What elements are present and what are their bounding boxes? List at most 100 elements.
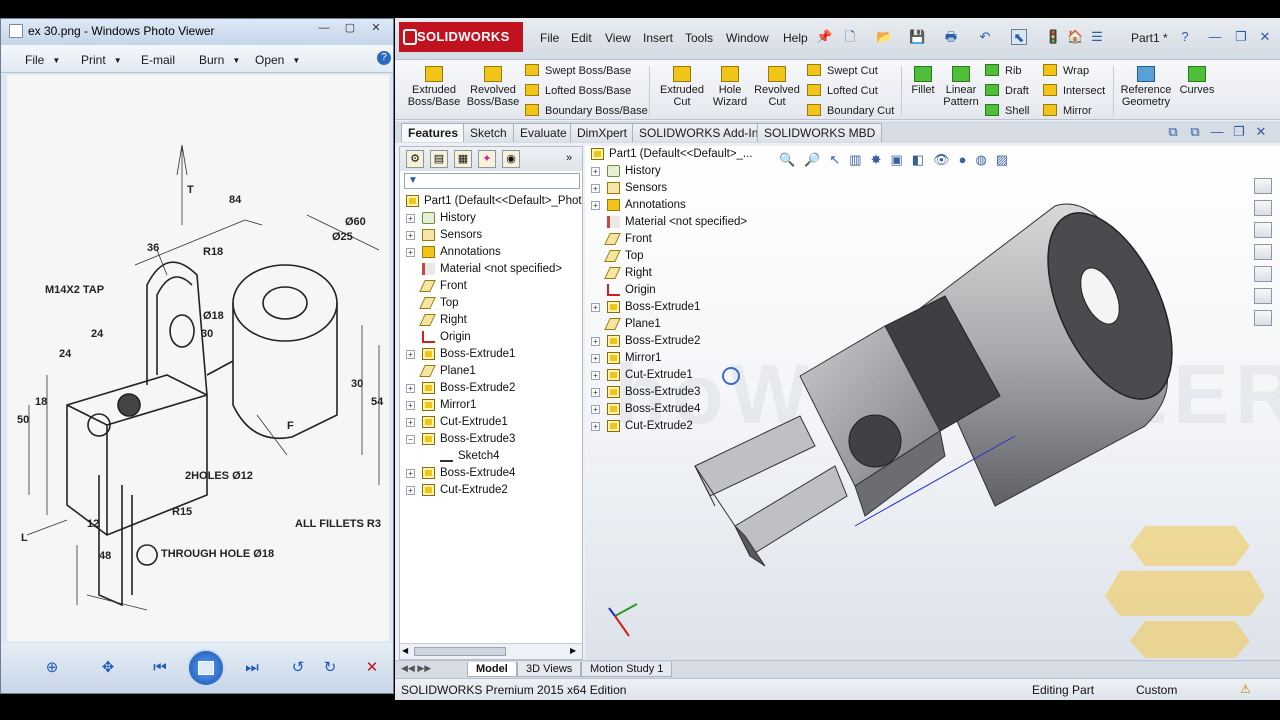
mirror-button[interactable]: Mirror xyxy=(1043,104,1092,117)
next-icon[interactable]: ⏭ xyxy=(241,657,263,679)
linear-pattern-button[interactable]: Linear Pattern xyxy=(941,66,981,108)
custom-properties-icon[interactable] xyxy=(1254,288,1272,304)
tree-item[interactable]: − Boss-Extrude3 xyxy=(400,431,582,448)
tree-item[interactable]: Top xyxy=(400,295,582,312)
tree-item[interactable]: + Annotations xyxy=(400,244,582,261)
menu-tools[interactable]: Tools xyxy=(685,31,713,45)
print-icon[interactable]: 🖶 xyxy=(943,29,959,45)
minimize-icon[interactable]: — xyxy=(1209,124,1225,140)
menu-file[interactable]: File ▼ xyxy=(25,53,60,67)
minimize-button[interactable]: — xyxy=(311,21,337,37)
tree-item[interactable]: Front xyxy=(400,278,582,295)
options-icon[interactable]: ☰ xyxy=(1089,29,1105,45)
slideshow-button[interactable] xyxy=(187,649,225,687)
help-icon[interactable]: ? xyxy=(377,51,391,65)
expand-icon[interactable]: + xyxy=(406,469,415,478)
extruded-cut-button[interactable]: Extruded Cut xyxy=(657,66,707,108)
lofted-cut-button[interactable]: Lofted Cut xyxy=(807,84,878,97)
tile-icon[interactable]: ⧉ xyxy=(1165,124,1181,140)
fillet-button[interactable]: Fillet xyxy=(905,66,941,96)
restore-icon[interactable]: ❐ xyxy=(1233,29,1249,45)
tree-root-part[interactable]: Part1 (Default<<Default>_Photo xyxy=(400,193,582,210)
menu-edit[interactable]: Edit xyxy=(571,31,592,45)
menu-email[interactable]: E-mail xyxy=(141,53,175,67)
zoom-icon[interactable]: ⊕ xyxy=(41,657,63,679)
tree-item[interactable]: + Boss-Extrude1 xyxy=(400,346,582,363)
configuration-manager-icon[interactable]: ▦ xyxy=(454,150,472,168)
rebuild-status-icon[interactable]: ⚠ xyxy=(1240,682,1251,696)
tree-item[interactable]: + Boss-Extrude4 xyxy=(400,465,582,482)
previous-icon[interactable]: ⏮ xyxy=(149,657,171,679)
expand-icon[interactable]: − xyxy=(406,435,415,444)
menu-open[interactable]: Open ▼ xyxy=(255,53,300,67)
undo-icon[interactable]: ↶ xyxy=(977,29,993,45)
tab-sketch[interactable]: Sketch xyxy=(463,123,514,142)
swept-cut-button[interactable]: Swept Cut xyxy=(807,64,878,77)
graphics-area[interactable]: hoWENGINEERSa Part1 (Default<<Default>_.… xyxy=(585,146,1280,660)
restore-icon[interactable]: ❐ xyxy=(1231,124,1247,140)
tree-filter-input[interactable]: ▼ xyxy=(404,173,580,189)
tree-item[interactable]: Sketch4 xyxy=(400,448,582,465)
expand-icon[interactable]: + xyxy=(406,418,415,427)
scroll-left-icon[interactable]: ◀ xyxy=(402,646,408,655)
units-selector[interactable]: Custom xyxy=(1136,683,1177,697)
expand-icon[interactable]: + xyxy=(406,384,415,393)
appearances-icon[interactable] xyxy=(1254,266,1272,282)
boundary-cut-button[interactable]: Boundary Cut xyxy=(807,104,894,117)
shell-button[interactable]: Shell xyxy=(985,104,1029,117)
rebuild-icon[interactable]: 🚦 xyxy=(1045,29,1061,45)
tree-item[interactable]: + Cut-Extrude2 xyxy=(400,482,582,499)
expand-icon[interactable]: + xyxy=(406,486,415,495)
help-icon[interactable]: ? xyxy=(1177,29,1193,45)
expand-icon[interactable]: + xyxy=(406,248,415,257)
horizontal-scrollbar[interactable]: ◀ ▶ xyxy=(400,643,582,659)
close-icon[interactable]: ✕ xyxy=(1257,29,1273,45)
wrap-button[interactable]: Wrap xyxy=(1043,64,1089,77)
tree-item[interactable]: + History xyxy=(400,210,582,227)
close-button[interactable]: ✕ xyxy=(363,21,389,37)
tree-item[interactable]: + Sensors xyxy=(400,227,582,244)
scroll-right-icon[interactable]: ▶ xyxy=(570,646,576,655)
expand-icon[interactable]: + xyxy=(406,231,415,240)
design-library-icon[interactable] xyxy=(1254,200,1272,216)
delete-icon[interactable]: ✕ xyxy=(361,657,383,679)
menu-print[interactable]: Print ▼ xyxy=(81,53,122,67)
tab-addins[interactable]: SOLIDWORKS Add-Ins xyxy=(632,123,772,142)
feature-manager-tab-icon[interactable]: ⚙ xyxy=(406,150,424,168)
hole-wizard-button[interactable]: Hole Wizard xyxy=(707,66,753,108)
tab-mbd[interactable]: SOLIDWORKS MBD xyxy=(757,123,883,142)
tab-navigation-icon[interactable]: ◀◀ ▶▶ xyxy=(401,663,431,674)
open-icon[interactable]: 📂 xyxy=(876,29,892,45)
rib-button[interactable]: Rib xyxy=(985,64,1022,77)
file-properties-icon[interactable]: 🏠 xyxy=(1067,29,1083,45)
property-manager-icon[interactable]: ▤ xyxy=(430,150,448,168)
tree-item[interactable]: Plane1 xyxy=(400,363,582,380)
tree-item[interactable]: + Mirror1 xyxy=(400,397,582,414)
part-3d-model[interactable] xyxy=(585,146,1280,660)
tile-icon[interactable]: ⧉ xyxy=(1187,124,1203,140)
scrollbar-thumb[interactable] xyxy=(414,647,506,656)
rotate-left-icon[interactable]: ↺ xyxy=(287,657,309,679)
extruded-boss-button[interactable]: Extruded Boss/Base xyxy=(405,66,463,108)
tree-item[interactable]: Right xyxy=(400,312,582,329)
file-explorer-icon[interactable] xyxy=(1254,222,1272,238)
rotate-right-icon[interactable]: ↻ xyxy=(319,657,341,679)
menu-insert[interactable]: Insert xyxy=(643,31,673,45)
draft-button[interactable]: Draft xyxy=(985,84,1029,97)
menu-help[interactable]: Help xyxy=(783,31,808,45)
reference-geometry-button[interactable]: Reference Geometry xyxy=(1117,66,1175,108)
menu-file[interactable]: File xyxy=(540,31,559,45)
close-icon[interactable]: ✕ xyxy=(1253,124,1269,140)
tab-dimxpert[interactable]: DimXpert xyxy=(570,123,635,142)
revolved-cut-button[interactable]: Revolved Cut xyxy=(753,66,801,108)
tab-motion-study[interactable]: Motion Study 1 xyxy=(581,662,673,677)
expand-icon[interactable]: » xyxy=(566,152,572,164)
curves-button[interactable]: Curves xyxy=(1177,66,1217,96)
display-manager-icon[interactable]: ◉ xyxy=(502,150,520,168)
revolved-boss-button[interactable]: Revolved Boss/Base xyxy=(465,66,521,108)
intersect-button[interactable]: Intersect xyxy=(1043,84,1105,97)
tab-3d-views[interactable]: 3D Views xyxy=(517,662,582,677)
lofted-boss-button[interactable]: Lofted Boss/Base xyxy=(525,84,631,97)
menu-window[interactable]: Window xyxy=(726,31,769,45)
menu-burn[interactable]: Burn ▼ xyxy=(199,53,240,67)
